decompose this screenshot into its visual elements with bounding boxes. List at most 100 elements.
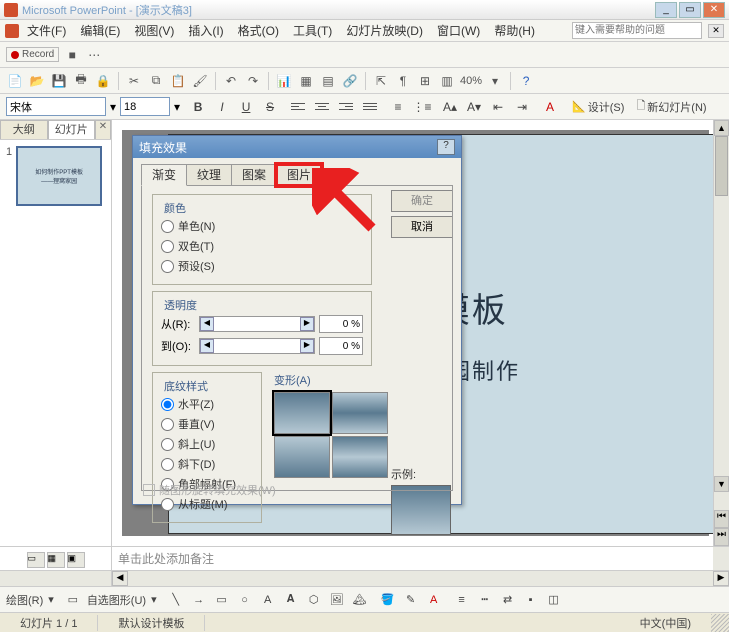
radio-diag-up[interactable]: 斜上(U) [161,434,253,454]
notes-placeholder[interactable]: 单击此处添加备注 [112,547,713,570]
picture-icon[interactable]: 🏔 [351,591,369,609]
font-select[interactable] [6,97,106,116]
dialog-help-button[interactable]: ? [437,139,455,155]
horizontal-scrollbar[interactable]: ◀ ▶ [0,570,729,586]
diagram-icon[interactable]: ⬡ [305,591,323,609]
hyperlink-icon[interactable]: 🔗 [341,72,359,90]
dialog-tab-texture[interactable]: 纹理 [186,164,232,186]
from-slider[interactable]: ◀▶ [199,316,315,332]
font-dropdown-icon[interactable]: ▾ [110,100,116,114]
menu-slideshow[interactable]: 幻灯片放映(D) [340,20,429,41]
scroll-thumb[interactable] [715,136,728,196]
expand-icon[interactable]: ⇱ [372,72,390,90]
zoom-value[interactable]: 40% [460,75,482,87]
dialog-tab-picture[interactable]: 图片 [276,164,322,186]
stop-icon[interactable]: ■ [63,46,81,64]
redo-icon[interactable]: ↷ [244,72,262,90]
from-value[interactable]: 0 % [319,315,363,333]
variant-4[interactable] [332,436,388,478]
maximize-button[interactable]: ▭ [679,2,701,18]
help-search-input[interactable] [572,22,702,39]
table-icon[interactable]: ▦ [297,72,315,90]
rotate-lock-checkbox[interactable]: 随图形旋转填充效果(W) [143,482,276,498]
menu-insert[interactable]: 插入(I) [182,20,229,41]
tab-close-button[interactable]: ✕ [95,120,111,139]
prev-slide-button[interactable]: ⏮ [714,510,729,528]
doc-close-button[interactable]: ✕ [708,24,724,38]
variant-3[interactable] [274,436,330,478]
menu-edit[interactable]: 编辑(E) [74,20,126,41]
notes-scrollbar[interactable] [713,547,729,570]
bold-button[interactable]: B [188,97,208,117]
dialog-tab-pattern[interactable]: 图案 [231,164,277,186]
new-icon[interactable]: 📄 [6,72,24,90]
copy-icon[interactable]: ⧉ [147,72,165,90]
menu-window[interactable]: 窗口(W) [431,20,486,41]
permission-icon[interactable]: 🔒 [94,72,112,90]
line-color-icon[interactable]: ✎ [402,591,420,609]
autoshapes-menu[interactable]: 自选图形(U) [87,592,146,608]
show-format-icon[interactable]: ¶ [394,72,412,90]
bullets-icon[interactable]: ⋮≡ [412,97,432,117]
minimize-button[interactable]: _ [655,2,677,18]
close-button[interactable]: ✕ [703,2,725,18]
oval-icon[interactable]: ○ [236,591,254,609]
wordart-icon[interactable]: 𝐀 [282,591,300,609]
tab-outline[interactable]: 大纲 [0,120,48,139]
new-slide-button[interactable]: 🗋新幻灯片(N) [632,97,710,116]
arrow-style-icon[interactable]: ⇄ [499,591,517,609]
rectangle-icon[interactable]: ▭ [213,591,231,609]
size-dropdown-icon[interactable]: ▾ [174,100,180,114]
scroll-up-icon[interactable]: ▲ [714,120,729,136]
font-color-icon-2[interactable]: A [425,591,443,609]
draw-menu[interactable]: 绘图(R) [6,592,43,608]
misc-button-1[interactable]: ⋯ [85,46,103,64]
line-icon[interactable]: ╲ [167,591,185,609]
align-center-button[interactable] [312,97,332,117]
record-button[interactable]: Record [6,47,59,62]
to-slider[interactable]: ◀▶ [199,338,315,354]
numbering-icon[interactable]: ≡ [388,97,408,117]
to-value[interactable]: 0 % [319,337,363,355]
shadow-style-icon[interactable]: ▪ [522,591,540,609]
vertical-scrollbar[interactable]: ▲ ▼ ⏮ ⏭ [713,120,729,546]
decrease-indent-icon[interactable]: ⇤ [488,97,508,117]
menu-format[interactable]: 格式(O) [232,20,285,41]
fill-color-icon[interactable]: 🪣 [379,591,397,609]
hscroll-left-icon[interactable]: ◀ [112,571,128,586]
next-slide-button[interactable]: ⏭ [714,528,729,546]
variant-1[interactable] [274,392,330,434]
variant-2[interactable] [332,392,388,434]
radio-horizontal[interactable]: 水平(Z) [161,394,253,414]
align-right-button[interactable] [336,97,356,117]
chart-icon[interactable]: 📊 [275,72,293,90]
select-icon[interactable]: ▭ [64,591,82,609]
help-icon[interactable]: ? [517,72,535,90]
dialog-tab-gradient[interactable]: 渐变 [141,164,187,186]
slide-thumbnail[interactable]: 1 如何制作PPT模板 ——狸窝家园 [6,146,105,206]
menu-file[interactable]: 文件(F) [21,20,72,41]
design-button[interactable]: 📐设计(S) [568,99,628,115]
dash-style-icon[interactable]: ┅ [476,591,494,609]
radio-preset[interactable]: 预设(S) [161,256,363,276]
line-style-icon[interactable]: ≡ [453,591,471,609]
increase-font-icon[interactable]: A▴ [440,97,460,117]
font-color-icon[interactable]: A [540,97,560,117]
underline-button[interactable]: U [236,97,256,117]
radio-diag-down[interactable]: 斜下(D) [161,454,253,474]
scroll-down-icon[interactable]: ▼ [714,476,729,492]
shadow-button[interactable]: S [260,97,280,117]
decrease-font-icon[interactable]: A▾ [464,97,484,117]
3d-style-icon[interactable]: ◫ [545,591,563,609]
slideshow-view-button[interactable]: ▣ [67,552,85,568]
cut-icon[interactable]: ✂ [125,72,143,90]
print-icon[interactable]: 🖶 [72,72,90,90]
format-painter-icon[interactable]: 🖌 [191,72,209,90]
align-justify-button[interactable] [360,97,380,117]
textbox-icon[interactable]: A [259,591,277,609]
resize-grip-icon[interactable] [711,614,729,632]
menu-view[interactable]: 视图(V) [128,20,180,41]
save-icon[interactable]: 💾 [50,72,68,90]
radio-two-color[interactable]: 双色(T) [161,236,363,256]
dialog-titlebar[interactable]: 填充效果 ? [133,136,461,158]
